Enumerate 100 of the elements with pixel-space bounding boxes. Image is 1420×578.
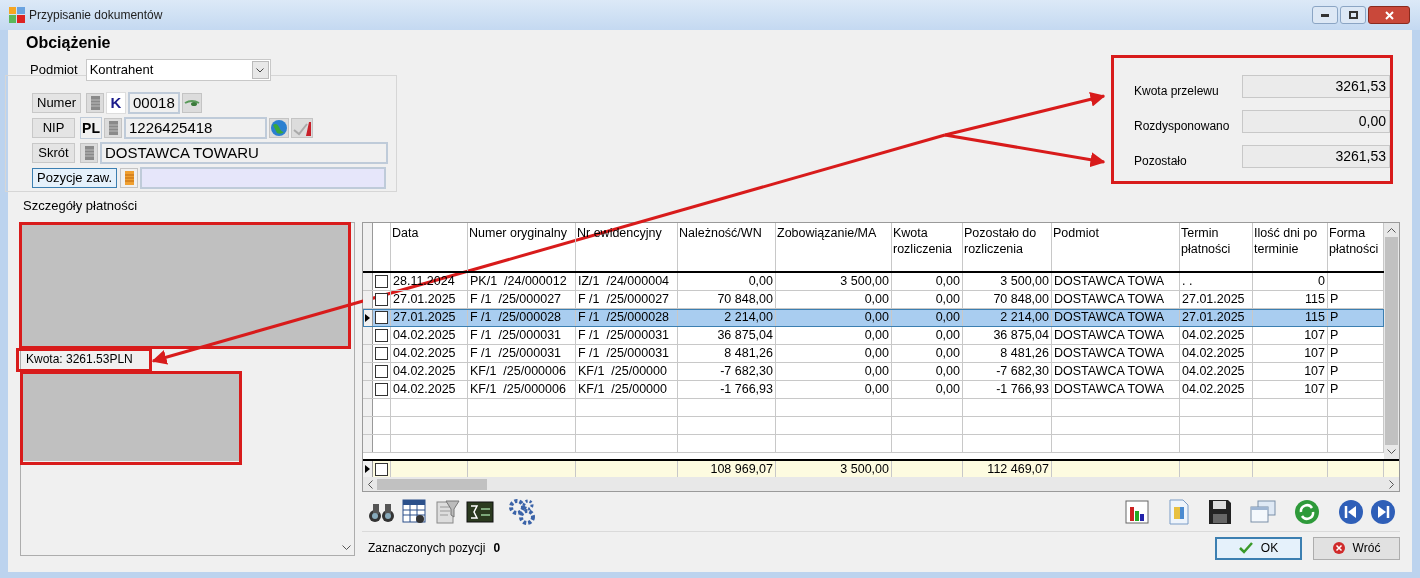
scroll-down-icon [1387,449,1396,455]
row-pointer-icon [365,313,370,322]
table-cell: F /1 /25/000028 [468,309,576,326]
scrollbar-thumb[interactable] [377,478,487,490]
document-filter-icon[interactable] [434,498,460,525]
row-pointer-icon [365,465,370,473]
text-field[interactable]: DOSTAWCA TOWARU [100,142,388,164]
table-cell: -7 682,30 [963,363,1052,380]
previous-icon[interactable] [1338,498,1364,525]
table-cell: 04.02.2025 [391,381,468,398]
binder-icon[interactable] [86,93,104,113]
app-icon [9,7,25,23]
table-cell: -1 766,93 [678,381,776,398]
table-cell: 3 500,00 [963,273,1052,290]
checkbox[interactable] [375,462,388,476]
table-cell: 0,00 [892,327,963,344]
globe-icon[interactable] [269,118,289,138]
vertical-scrollbar[interactable] [1384,223,1399,459]
table-cell: F /1 /25/000031 [576,327,678,344]
table-cell: -7 682,30 [678,363,776,380]
check-icon[interactable] [291,118,313,138]
text-field[interactable] [140,167,387,189]
table-cell: DOSTAWCA TOWA [1052,363,1180,380]
field-label: Pozostało [1134,154,1188,168]
table-cell: F /1 /25/000027 [468,291,576,308]
scrollbar-thumb[interactable] [1385,237,1398,445]
table-cell: 107 [1253,363,1328,380]
field-button[interactable]: Skrót [32,143,75,163]
checkbox[interactable] [375,383,388,396]
table-cell: 0,00 [892,363,963,380]
table-row[interactable]: 04.02.2025 F /1 /25/000031 F /1 /25/000031 8 481,26 0,00 0,00 8 481,26 DOSTAWCA TOWA 04.02.2025 107 P [363,345,1384,363]
table-cell: 0,00 [892,381,963,398]
table-row[interactable]: 27.01.2025 F /1 /25/000028 F /1 /25/000028 2 214,00 0,00 0,00 2 214,00 DOSTAWCA TOWA 27.01.2025 115 P [363,309,1384,327]
table-cell: 04.02.2025 [391,345,468,362]
document-icon[interactable] [1168,498,1190,525]
scroll-up-icon [1387,227,1396,233]
column-header[interactable]: Podmiot [1052,223,1180,271]
refresh-icon[interactable] [1294,498,1320,525]
column-header[interactable]: Ilość dni po terminie [1253,223,1328,271]
minimize-button[interactable] [1312,6,1338,24]
table-cell: -1 766,93 [963,381,1052,398]
table-cell: 04.02.2025 [1180,381,1253,398]
cancel-icon [1332,542,1345,554]
field-label: Rozdysponowano [1134,119,1231,133]
field-button[interactable]: NIP [32,118,75,138]
table-cell: DOSTAWCA TOWA [1052,345,1180,362]
table-cell: 27.01.2025 [391,309,468,326]
binder-icon[interactable] [80,143,98,163]
table-search-icon[interactable] [402,498,428,525]
sigma-calculator-icon[interactable] [466,499,494,524]
table-cell: 36 875,04 [963,327,1052,344]
save-icon[interactable] [1208,498,1232,525]
column-header[interactable]: Data [391,223,468,271]
checkbox[interactable] [375,293,388,306]
checkbox[interactable] [375,275,388,288]
text-field[interactable]: 1226425418 [124,117,267,139]
table-cell: 0,00 [776,291,892,308]
table-cell: 04.02.2025 [391,327,468,344]
table-row[interactable]: 04.02.2025 F /1 /25/000031 F /1 /25/000031 36 875,04 0,00 0,00 36 875,04 DOSTAWCA TOWA 04.02.2025 107 P [363,327,1384,345]
horizontal-scrollbar[interactable] [363,477,1399,491]
amount-field[interactable]: 0,00 [1242,110,1390,133]
subject-dropdown[interactable]: Kontrahent [85,59,271,81]
amount-field[interactable]: 3261,53 [1242,75,1390,98]
table-cell: F /1 /25/000031 [468,327,576,344]
column-header[interactable]: Należność/WN [678,223,776,271]
column-header[interactable]: Nr ewidencyjny [576,223,678,271]
scroll-down-icon[interactable] [342,545,351,551]
table-cell: F /1 /25/000027 [576,291,678,308]
bar-chart-icon[interactable] [1124,498,1150,525]
checkmark-icon [1238,542,1253,554]
column-header[interactable]: Zobowiązanie/MA [776,223,892,271]
column-header[interactable]: Numer oryginalny [468,223,576,271]
ok-button[interactable]: OK [1215,536,1302,560]
table-row[interactable]: 04.02.2025 KF/1 /25/000006 KF/1 /25/00000 -7 682,30 0,00 0,00 -7 682,30 DOSTAWCA TOWA 04.02.2025 107 P [363,363,1384,381]
table-cell: 107 [1253,327,1328,344]
table-cell: DOSTAWCA TOWA [1052,291,1180,308]
field-button[interactable]: Numer [32,93,81,113]
checkbox[interactable] [375,347,388,360]
section-heading: Obciążenie [26,33,112,53]
checkbox[interactable] [375,329,388,342]
binder-icon[interactable] [104,118,122,138]
column-header[interactable]: Kwota rozliczenia [892,223,963,271]
field-label: Kwota przelewu [1134,84,1220,98]
close-button[interactable] [1368,6,1410,24]
text-field[interactable]: 00018 [128,92,180,114]
binder-icon[interactable] [120,168,139,188]
next-icon[interactable] [1370,498,1396,525]
table-cell: 04.02.2025 [1180,363,1253,380]
maximize-button[interactable] [1340,6,1366,24]
column-header[interactable]: Pozostało do rozliczenia [963,223,1052,271]
amount-field[interactable]: 3261,53 [1242,145,1390,168]
back-button[interactable]: Wróć [1313,536,1400,560]
table-cell: 0 [1253,273,1328,290]
gears-icon[interactable] [508,497,536,526]
column-header[interactable]: Termin płatności [1180,223,1253,271]
table-row[interactable]: 04.02.2025 KF/1 /25/000006 KF/1 /25/00000 -1 766,93 0,00 0,00 -1 766,93 DOSTAWCA TOWA 04.02.2025 107 P [363,381,1384,399]
field-button[interactable]: Pozycje zaw. [32,168,118,188]
checkbox[interactable] [375,365,388,378]
checkbox[interactable] [375,311,388,324]
table-cell: DOSTAWCA TOWA [1052,327,1180,344]
